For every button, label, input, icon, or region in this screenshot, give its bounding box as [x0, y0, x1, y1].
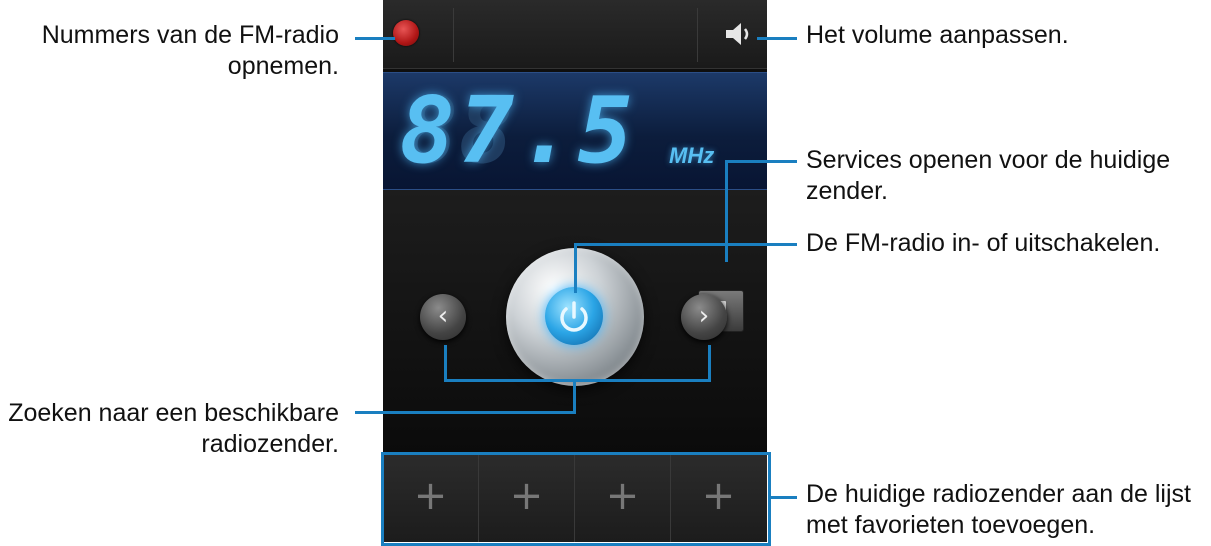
volume-icon[interactable]: [723, 20, 757, 48]
callout-power: De FM-radio in- of uitschakelen.: [806, 229, 1161, 257]
frequency-display: 88 87.5 MHz: [383, 72, 767, 190]
leader-line: [573, 379, 576, 413]
favorites-highlight-box: [381, 452, 771, 546]
leader-line: [444, 345, 447, 381]
callout-volume: Het volume aanpassen.: [806, 21, 1069, 49]
leader-line: [768, 496, 797, 499]
callout-search: Zoeken naar een beschikbare radiozender.: [8, 399, 339, 458]
callout-favorites: De huidige radiozender aan de lijst met …: [806, 480, 1191, 539]
leader-line: [355, 411, 576, 414]
power-icon: [560, 301, 588, 332]
callout-record: Nummers van de FM-radio opnemen.: [41, 21, 339, 80]
divider: [453, 8, 454, 62]
leader-line: [757, 37, 797, 40]
record-button[interactable]: [393, 20, 419, 46]
leader-line: [726, 160, 797, 163]
search-next-button[interactable]: ›: [681, 294, 727, 340]
top-bar: [383, 0, 767, 69]
search-previous-button[interactable]: ‹: [420, 294, 466, 340]
leader-line: [355, 37, 395, 40]
leader-line: [574, 243, 577, 293]
divider: [697, 8, 698, 62]
leader-line: [708, 345, 711, 381]
callout-services: Services openen voor de huidige zender.: [806, 146, 1171, 205]
frequency-value: 87.5: [399, 77, 637, 184]
frequency-unit: MHz: [669, 143, 715, 168]
leader-line: [725, 160, 728, 262]
leader-line: [574, 243, 797, 246]
power-button[interactable]: [545, 287, 603, 345]
leader-line: [444, 379, 711, 382]
